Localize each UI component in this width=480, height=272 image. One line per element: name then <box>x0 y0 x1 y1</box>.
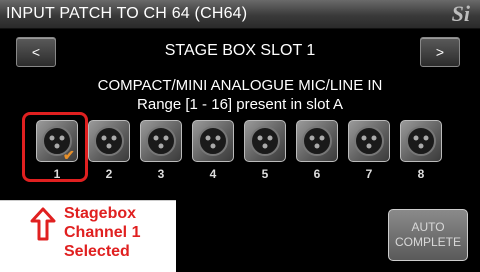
up-arrow-icon <box>30 207 56 241</box>
si-logo: Si <box>451 1 470 26</box>
window-title: INPUT PATCH TO CH 64 (CH64) <box>6 5 248 22</box>
xlr-socket-3[interactable] <box>140 120 182 162</box>
socket-label: 8 <box>417 167 425 181</box>
xlr-connector-icon <box>94 126 124 156</box>
next-slot-button[interactable]: > <box>420 37 460 67</box>
auto-complete-button[interactable]: AUTO COMPLETE <box>388 209 468 261</box>
xlr-connector-icon <box>250 126 280 156</box>
annotation-text: Stagebox Channel 1 Selected <box>64 204 172 261</box>
xlr-connector-icon <box>302 126 332 156</box>
socket-label: 3 <box>157 167 165 181</box>
module-name: COMPACT/MINI ANALOGUE MIC/LINE IN <box>97 77 383 94</box>
auto-complete-label-line1: AUTO <box>411 220 445 234</box>
xlr-socket-6[interactable] <box>296 120 338 162</box>
annotation-box: Stagebox Channel 1 Selected <box>0 200 176 272</box>
xlr-connector-icon <box>146 126 176 156</box>
xlr-socket-5[interactable] <box>244 120 286 162</box>
socket-label: 5 <box>261 167 269 181</box>
socket-row: ✔ 1 2 3 4 5 6 7 8 <box>36 120 456 190</box>
xlr-connector-icon <box>354 126 384 156</box>
xlr-connector-icon <box>406 126 436 156</box>
annotation-line: Selected <box>64 243 130 260</box>
xlr-socket-7[interactable] <box>348 120 390 162</box>
annotation-line: Channel 1 <box>64 224 141 241</box>
socket-label: 2 <box>105 167 113 181</box>
socket-label: 7 <box>365 167 373 181</box>
selection-highlight <box>22 112 88 182</box>
xlr-socket-8[interactable] <box>400 120 442 162</box>
xlr-socket-2[interactable] <box>88 120 130 162</box>
range-info: Range [1 - 16] present in slot A <box>137 96 343 113</box>
xlr-socket-4[interactable] <box>192 120 234 162</box>
slot-title: STAGE BOX SLOT 1 <box>164 42 316 59</box>
title-bar: INPUT PATCH TO CH 64 (CH64) Si <box>0 0 480 29</box>
socket-label: 4 <box>209 167 217 181</box>
previous-slot-button[interactable]: < <box>16 37 56 67</box>
socket-label: 6 <box>313 167 321 181</box>
annotation-line: Stagebox <box>64 205 137 222</box>
auto-complete-label-line2: COMPLETE <box>394 235 461 249</box>
xlr-connector-icon <box>198 126 228 156</box>
